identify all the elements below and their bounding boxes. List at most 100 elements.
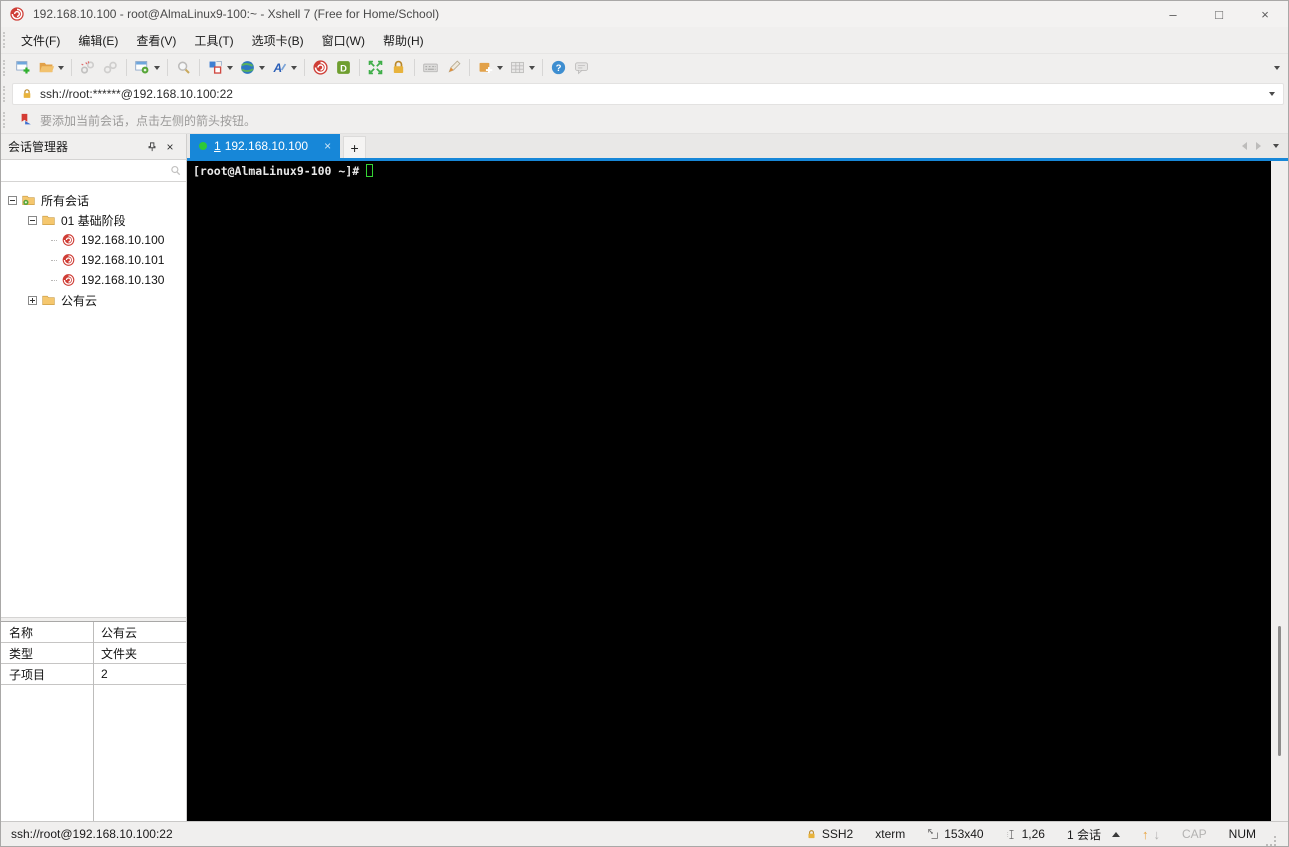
open-folder-button[interactable] — [35, 56, 67, 80]
tab-close-icon[interactable]: × — [324, 139, 331, 153]
session-icon — [62, 274, 75, 286]
tile-grid-button[interactable] — [506, 56, 538, 80]
font-button[interactable]: A — [268, 56, 300, 80]
fullscreen-icon — [368, 60, 383, 75]
property-key: 名称 — [9, 625, 34, 640]
chevron-down-icon[interactable] — [1269, 92, 1275, 96]
soft-keyboard-button[interactable] — [419, 56, 442, 80]
collapse-icon[interactable] — [28, 215, 37, 225]
find-button[interactable] — [172, 56, 195, 80]
toolbar: A D ? — [1, 53, 1288, 81]
grid-icon — [511, 61, 524, 74]
menu-help[interactable]: 帮助(H) — [374, 28, 433, 53]
menu-bar: 文件(F) 编辑(E) 查看(V) 工具(T) 选项卡(B) 窗口(W) 帮助(… — [1, 27, 1288, 53]
toolbar-overflow-icon[interactable] — [1274, 65, 1280, 70]
search-icon — [177, 61, 190, 74]
window-title: 192.168.10.100 - root@AlmaLinux9-100:~ -… — [33, 7, 440, 21]
xshell-button[interactable] — [309, 56, 332, 80]
folder-gear-icon — [22, 195, 35, 205]
address-url: ssh://root:******@192.168.10.100:22 — [40, 87, 233, 101]
lock-button[interactable] — [387, 56, 410, 80]
session-search-input[interactable] — [5, 161, 169, 180]
help-icon: ? — [551, 60, 566, 75]
menu-window[interactable]: 窗口(W) — [313, 28, 374, 53]
layout-button[interactable] — [204, 56, 236, 80]
drag-grip — [3, 86, 7, 102]
chevron-down-icon — [291, 65, 297, 70]
tree-item-session-101[interactable]: 192.168.10.101 — [1, 250, 186, 270]
tree-item-session-100[interactable]: 192.168.10.100 — [1, 230, 186, 250]
new-session-button[interactable] — [12, 56, 35, 80]
chevron-down-icon — [529, 65, 535, 70]
reconnect-button[interactable] — [99, 56, 122, 80]
terminal-scrollbar[interactable] — [1271, 161, 1288, 821]
tree-item-label: 01 基础阶段 — [61, 213, 126, 228]
tab-scroll-right-icon[interactable] — [1256, 142, 1261, 150]
new-file-button[interactable] — [474, 56, 506, 80]
fullscreen-button[interactable] — [364, 56, 387, 80]
tab-scroll-left-icon[interactable] — [1242, 142, 1247, 150]
add-session-flag-icon — [21, 113, 31, 125]
close-icon[interactable]: × — [1242, 1, 1288, 27]
web-button[interactable] — [236, 56, 268, 80]
tree-item-label: 192.168.10.100 — [81, 233, 165, 247]
lock-icon — [23, 89, 31, 98]
terminal[interactable]: [root@AlmaLinux9-100 ~]# — [187, 161, 1271, 821]
maximize-icon[interactable]: □ — [1196, 1, 1242, 27]
status-terminal-type: xterm — [875, 827, 906, 841]
drag-grip — [3, 59, 7, 76]
collapse-icon[interactable] — [8, 195, 17, 205]
toolbar-separator — [542, 59, 543, 76]
svg-text:A: A — [273, 61, 283, 75]
tree-item-folder-basic[interactable]: 01 基础阶段 — [1, 210, 186, 230]
tab-session-active[interactable]: 1 192.168.10.100 × — [190, 134, 341, 158]
chevron-down-icon — [154, 65, 160, 70]
menu-tabs[interactable]: 选项卡(B) — [243, 28, 313, 53]
tab-bar: 1 192.168.10.100 × + — [187, 134, 1288, 158]
arrow-down-icon[interactable]: ↓ — [1153, 827, 1160, 842]
globe-icon — [241, 61, 254, 74]
address-bar: ssh://root:******@192.168.10.100:22 — [1, 81, 1288, 107]
session-icon — [62, 254, 75, 266]
property-value: 文件夹 — [101, 646, 138, 661]
close-panel-icon[interactable]: × — [161, 138, 179, 156]
property-key: 类型 — [9, 646, 34, 661]
chat-bubble-icon — [575, 62, 588, 75]
xftp-button[interactable]: D — [332, 56, 355, 80]
minimize-icon[interactable]: – — [1150, 1, 1196, 27]
session-properties-button[interactable] — [131, 56, 163, 80]
property-key: 子项目 — [9, 667, 46, 682]
arrow-up-icon[interactable]: ↑ — [1142, 827, 1149, 842]
chevron-down-icon — [497, 65, 503, 70]
highlighter-icon — [448, 60, 461, 73]
resize-grip-icon[interactable] — [1266, 836, 1276, 846]
drag-grip — [3, 32, 7, 48]
keyboard-icon — [423, 63, 438, 73]
tree-item-folder-cloud[interactable]: 公有云 — [1, 290, 186, 310]
xshell-icon — [313, 60, 328, 75]
menu-edit[interactable]: 编辑(E) — [69, 28, 127, 53]
menu-file[interactable]: 文件(F) — [12, 28, 69, 53]
session-tree: 所有会话 01 基础阶段 192.168.10.100 192.168.10.1… — [1, 182, 186, 617]
pin-icon[interactable] — [143, 138, 161, 156]
tree-item-all-sessions[interactable]: 所有会话 — [1, 190, 186, 210]
help-button[interactable]: ? — [547, 56, 570, 80]
tree-item-label: 192.168.10.130 — [81, 273, 165, 287]
new-tab-button[interactable]: + — [343, 136, 367, 158]
search-icon — [171, 165, 181, 176]
feedback-button[interactable] — [570, 56, 593, 80]
expand-icon[interactable] — [28, 295, 37, 305]
xshell-logo-icon — [10, 7, 24, 21]
chevron-up-icon — [1111, 831, 1120, 837]
menu-view[interactable]: 查看(V) — [127, 28, 185, 53]
menu-tools[interactable]: 工具(T) — [185, 28, 242, 53]
tab-list-icon[interactable] — [1273, 144, 1279, 148]
session-search[interactable] — [1, 159, 186, 182]
scrollbar-thumb[interactable] — [1278, 626, 1281, 756]
disconnect-button[interactable] — [76, 56, 99, 80]
tree-item-session-130[interactable]: 192.168.10.130 — [1, 270, 186, 290]
status-session-count[interactable]: 1 会话 — [1067, 826, 1120, 843]
column-divider[interactable] — [93, 622, 94, 821]
highlighter-button[interactable] — [442, 56, 465, 80]
address-field[interactable]: ssh://root:******@192.168.10.100:22 — [12, 83, 1284, 105]
